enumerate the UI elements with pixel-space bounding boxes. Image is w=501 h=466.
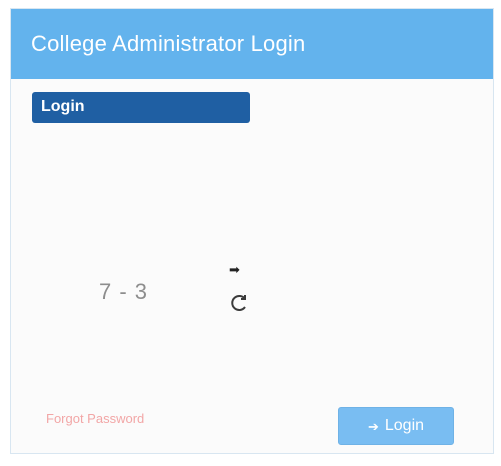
password-input[interactable]	[51, 207, 471, 237]
login-button-label: Login	[384, 417, 425, 434]
captcha-input[interactable]	[51, 354, 471, 384]
forgot-password-link[interactable]: Forgot Password	[46, 411, 144, 426]
username-input[interactable]	[51, 149, 471, 179]
panel-header: College Administrator Login	[11, 9, 493, 79]
sign-in-icon: ➔	[367, 418, 379, 434]
login-badge-label: Login	[41, 98, 85, 115]
refresh-icon[interactable]	[227, 291, 251, 315]
login-badge: Login	[32, 92, 250, 123]
captcha-text: 7 - 3	[99, 279, 149, 304]
login-button[interactable]: ➔ Login	[338, 407, 454, 445]
arrow-icon: ➡	[229, 262, 240, 277]
login-panel: College Administrator Login Login 7 - 3 …	[10, 8, 494, 454]
panel-title: College Administrator Login	[31, 31, 306, 56]
